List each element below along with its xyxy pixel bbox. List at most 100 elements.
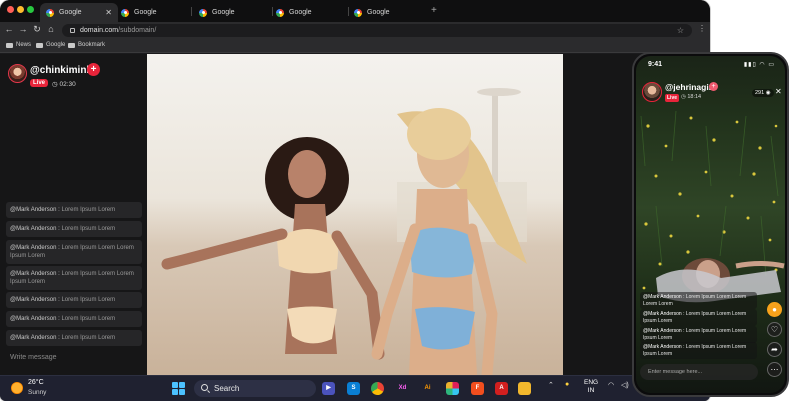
weather-description[interactable]: Sunny xyxy=(28,389,46,396)
comment-text: Lorem Ipsum Lorem xyxy=(61,335,116,341)
chevron-up-icon[interactable]: ⌃ xyxy=(548,381,554,389)
tab-google-4[interactable]: Google xyxy=(270,3,348,22)
comment-user[interactable]: @Mark Anderson : xyxy=(10,207,60,213)
back-arrow-icon[interactable]: ← xyxy=(3,24,15,34)
comment-user[interactable]: @Mark Anderson : xyxy=(643,311,684,317)
phone-chat-comment: @Mark Anderson : Lorem Ipsum Lorem Lorem… xyxy=(640,309,757,326)
minimize-window-button[interactable] xyxy=(17,6,24,13)
stream-sidebar: @chinkiminki + Live ◷ 02:30 @Mark Anders… xyxy=(0,54,147,375)
tab-strip: Google ✕ Google Google Google Google + xyxy=(0,0,710,22)
comment-user[interactable]: @Mark Anderson : xyxy=(10,245,60,251)
write-message-input[interactable]: Write message xyxy=(10,354,57,361)
address-path: /subdomain/ xyxy=(118,27,157,34)
windows-start-icon[interactable] xyxy=(172,382,185,395)
phone-status-time: 9:41 xyxy=(648,61,663,68)
tab-google-3[interactable]: Google xyxy=(193,3,271,22)
wifi-icon[interactable]: ◠ xyxy=(608,381,614,389)
phone-close-icon[interactable]: ✕ xyxy=(775,87,782,96)
phone-screen: 9:41 ▮▮▯ ◠ ▭ @jehrinagin + Live ◷ 18:14 … xyxy=(636,56,785,393)
browser-window: Google ✕ Google Google Google Google + ←… xyxy=(0,0,710,401)
figma-app-icon[interactable]: F xyxy=(471,382,484,395)
google-icon xyxy=(121,8,129,17)
home-icon[interactable]: ⌂ xyxy=(45,24,57,34)
close-tab-icon[interactable]: ✕ xyxy=(105,8,112,17)
tab-google-5[interactable]: Google xyxy=(348,3,426,22)
streamer-username[interactable]: @chinkiminki xyxy=(30,65,95,76)
tab-divider xyxy=(191,7,192,16)
address-bar[interactable]: domain.com/subdomain/ ☆ xyxy=(62,24,692,37)
weather-temperature[interactable]: 26°C xyxy=(28,379,44,386)
follow-button[interactable]: + xyxy=(87,63,100,76)
illustrator-app-icon[interactable]: Ai xyxy=(421,382,434,395)
share-icon[interactable]: ➦ xyxy=(767,342,782,357)
comment-user[interactable]: @Mark Anderson : xyxy=(10,271,60,277)
sun-icon[interactable] xyxy=(11,382,23,394)
tab-label: Google xyxy=(59,9,82,16)
new-tab-button[interactable]: + xyxy=(431,5,437,16)
live-video-frame[interactable] xyxy=(147,54,563,375)
comment-user[interactable]: @Mark Anderson : xyxy=(643,294,684,300)
taskbar-search[interactable]: Search xyxy=(194,380,316,397)
acrobat-app-icon[interactable]: A xyxy=(495,382,508,395)
maximize-window-button[interactable] xyxy=(27,6,34,13)
bookmark-bookmark[interactable]: Bookmark xyxy=(68,42,105,48)
comment-user[interactable]: @Mark Anderson : xyxy=(10,316,60,322)
streamer-avatar[interactable] xyxy=(8,64,27,83)
skype-app-icon[interactable]: S xyxy=(347,382,360,395)
google-icon xyxy=(199,8,207,17)
meet-app-icon[interactable]: ▶ xyxy=(322,382,335,395)
forward-arrow-icon[interactable]: → xyxy=(17,24,29,34)
bookmark-google[interactable]: Google xyxy=(36,42,65,48)
google-icon xyxy=(276,8,284,17)
tab-google-1[interactable]: Google ✕ xyxy=(40,3,118,22)
file-explorer-icon[interactable] xyxy=(518,382,531,395)
search-icon xyxy=(201,384,208,391)
comment-user[interactable]: @Mark Anderson : xyxy=(10,297,60,303)
bookmark-star-icon[interactable]: ☆ xyxy=(677,24,684,37)
reload-icon[interactable]: ↻ xyxy=(31,24,43,35)
phone-message-input[interactable]: Enter message here... xyxy=(640,364,758,380)
bookmarks-bar: News Google Bookmark xyxy=(0,39,710,53)
comment-user[interactable]: @Mark Anderson : xyxy=(10,226,60,232)
chat-comment: @Mark Anderson : Lorem Ipsum Lorem xyxy=(6,311,142,327)
chrome-app-icon[interactable] xyxy=(371,382,384,395)
phone-chat-comment: @Mark Anderson : Lorem Ipsum Lorem Lorem… xyxy=(640,326,757,343)
tab-label: Google xyxy=(134,9,157,16)
chat-comment: @Mark Anderson : Lorem Ipsum Lorem xyxy=(6,292,142,308)
comment-user[interactable]: @Mark Anderson : xyxy=(10,335,60,341)
folder-icon xyxy=(36,42,43,48)
lang-line-1: ENG xyxy=(584,379,599,386)
tab-google-2[interactable]: Google xyxy=(115,3,193,22)
more-menu-icon[interactable]: ⋮ xyxy=(698,24,706,33)
folder-icon xyxy=(68,42,75,48)
comment-text: Lorem Ipsum Lorem xyxy=(61,207,116,213)
tab-label: Google xyxy=(289,9,312,16)
live-badge: Live xyxy=(30,79,49,87)
duration-value: 02:30 xyxy=(59,81,76,88)
heart-icon[interactable]: ♡ xyxy=(767,322,782,337)
gift-button-icon[interactable]: ● xyxy=(767,302,782,317)
tab-label: Google xyxy=(367,9,390,16)
phone-streamer-avatar[interactable] xyxy=(642,82,662,102)
close-window-button[interactable] xyxy=(7,6,14,13)
language-indicator[interactable]: ENG IN xyxy=(584,379,598,395)
bookmark-news[interactable]: News xyxy=(6,42,31,48)
comment-user[interactable]: @Mark Anderson : xyxy=(643,344,684,350)
beach-photo xyxy=(147,54,563,375)
tab-label: Google xyxy=(212,9,235,16)
phone-streamer-username[interactable]: @jehrinagin xyxy=(665,82,714,92)
lock-icon xyxy=(70,28,75,33)
viewer-count-badge: 291 ◉ xyxy=(752,89,774,97)
slack-app-icon[interactable] xyxy=(446,382,459,395)
ai-label: Ai xyxy=(424,385,431,391)
search-label: Search xyxy=(214,384,240,393)
comment-user[interactable]: @Mark Anderson : xyxy=(643,328,684,334)
live-stream-page: @chinkiminki + Live ◷ 02:30 @Mark Anders… xyxy=(0,54,710,375)
volume-icon[interactable]: ◁) xyxy=(621,381,629,389)
google-icon xyxy=(354,8,362,17)
phone-follow-button[interactable]: + xyxy=(709,82,718,91)
bookmark-label: Bookmark xyxy=(78,42,106,48)
more-options-icon[interactable]: ⋯ xyxy=(767,362,782,377)
xd-app-icon[interactable]: Xd xyxy=(396,382,409,395)
tray-app-icon[interactable]: ● xyxy=(565,381,569,388)
